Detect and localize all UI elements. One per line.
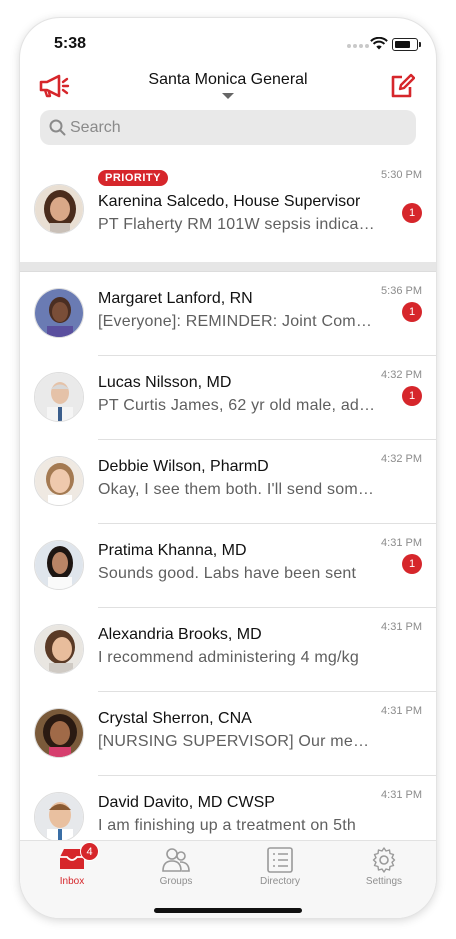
- message-preview: I am finishing up a treatment on 5th: [98, 817, 357, 834]
- conversation-item[interactable]: Debbie Wilson, PharmD Okay, I see them b…: [20, 440, 436, 524]
- timestamp: 5:30 PM: [381, 169, 422, 181]
- timestamp: 4:31 PM: [381, 537, 422, 549]
- avatar: [34, 540, 84, 590]
- timestamp: 5:36 PM: [381, 285, 422, 297]
- avatar: [34, 184, 84, 234]
- unread-badge: 1: [402, 302, 422, 322]
- directory-icon: [267, 847, 293, 873]
- tab-groups[interactable]: Groups: [124, 841, 228, 897]
- avatar: [34, 456, 84, 506]
- message-preview: Okay, I see them both. I'll send somethi…: [98, 481, 376, 498]
- avatar: [34, 792, 84, 842]
- avatar: [34, 372, 84, 422]
- section-separator: [20, 262, 436, 271]
- tab-label: Directory: [259, 876, 300, 887]
- tab-label: Settings: [365, 876, 403, 887]
- search-input[interactable]: [70, 110, 400, 145]
- conversation-item[interactable]: Lucas Nilsson, MD PT Curtis James, 62 yr…: [20, 356, 436, 440]
- tab-inbox[interactable]: 4 Inbox: [20, 841, 124, 897]
- avatar: [34, 708, 84, 758]
- conversation-item[interactable]: Margaret Lanford, RN [Everyone]: REMINDE…: [20, 272, 436, 356]
- tab-directory[interactable]: Directory: [228, 841, 332, 897]
- contact-name: Karenina Salcedo, House Supervisor: [98, 193, 361, 210]
- search-icon: [49, 119, 66, 136]
- timestamp: 4:31 PM: [381, 621, 422, 633]
- message-preview: I recommend administering 4 mg/kg: [98, 649, 359, 666]
- search-bar[interactable]: [40, 110, 416, 145]
- org-title[interactable]: Santa Monica General: [20, 71, 436, 89]
- contact-name: Margaret Lanford, RN: [98, 290, 253, 307]
- message-preview: PT Curtis James, 62 yr old male, admitte…: [98, 397, 376, 414]
- timestamp: 4:31 PM: [381, 789, 422, 801]
- status-time: 5:38: [54, 35, 87, 52]
- tab-settings[interactable]: Settings: [332, 841, 436, 897]
- timestamp: 4:31 PM: [381, 705, 422, 717]
- timestamp: 4:32 PM: [381, 369, 422, 381]
- unread-badge: 1: [402, 386, 422, 406]
- unread-badge: 1: [402, 554, 422, 574]
- tab-label: Inbox: [59, 876, 85, 887]
- message-preview: Sounds good. Labs have been sent: [98, 565, 357, 582]
- conversation-item[interactable]: Pratima Khanna, MD Sounds good. Labs hav…: [20, 524, 436, 608]
- priority-section: PRIORITY 5:30 PM Karenina Salcedo, House…: [20, 158, 436, 262]
- timestamp: 4:32 PM: [381, 453, 422, 465]
- battery-icon: [392, 38, 421, 51]
- chevron-down-icon[interactable]: [222, 93, 234, 99]
- contact-name: David Davito, MD CWSP: [98, 794, 275, 811]
- contact-name: Alexandria Brooks, MD: [98, 626, 262, 643]
- tab-bar: 4 Inbox Groups Directory Settings: [20, 840, 436, 918]
- groups-icon: [162, 848, 190, 872]
- home-indicator[interactable]: [154, 908, 302, 913]
- priority-tag: PRIORITY: [98, 170, 168, 186]
- priority-conversation[interactable]: PRIORITY 5:30 PM Karenina Salcedo, House…: [20, 158, 436, 262]
- contact-name: Debbie Wilson, PharmD: [98, 458, 269, 475]
- contact-name: Pratima Khanna, MD: [98, 542, 247, 559]
- compose-icon[interactable]: [389, 73, 415, 99]
- status-bar: 5:38: [20, 18, 436, 62]
- conversation-item[interactable]: Crystal Sherron, CNA [NURSING SUPERVISOR…: [20, 692, 436, 776]
- conversation-list: Margaret Lanford, RN [Everyone]: REMINDE…: [20, 272, 436, 860]
- inbox-badge: 4: [80, 842, 99, 861]
- message-preview: [NURSING SUPERVISOR] Our meeting: [98, 733, 376, 750]
- tab-label: Groups: [159, 876, 193, 887]
- nav-header: Santa Monica General: [20, 62, 436, 110]
- avatar: [34, 624, 84, 674]
- avatar: [34, 288, 84, 338]
- gear-icon: [372, 847, 396, 873]
- phone-frame: 5:38 Santa Monica General Search PRIORIT…: [20, 18, 436, 918]
- message-preview: [Everyone]: REMINDER: Joint Commission: [98, 313, 376, 330]
- contact-name: Lucas Nilsson, MD: [98, 374, 232, 391]
- contact-name: Crystal Sherron, CNA: [98, 710, 252, 727]
- unread-badge: 1: [402, 203, 422, 223]
- wifi-icon: [370, 37, 388, 50]
- message-preview: PT Flaherty RM 101W sepsis indicators: [98, 216, 376, 233]
- conversation-item[interactable]: Alexandria Brooks, MD I recommend admini…: [20, 608, 436, 692]
- cellular-signal-icon: [347, 44, 369, 48]
